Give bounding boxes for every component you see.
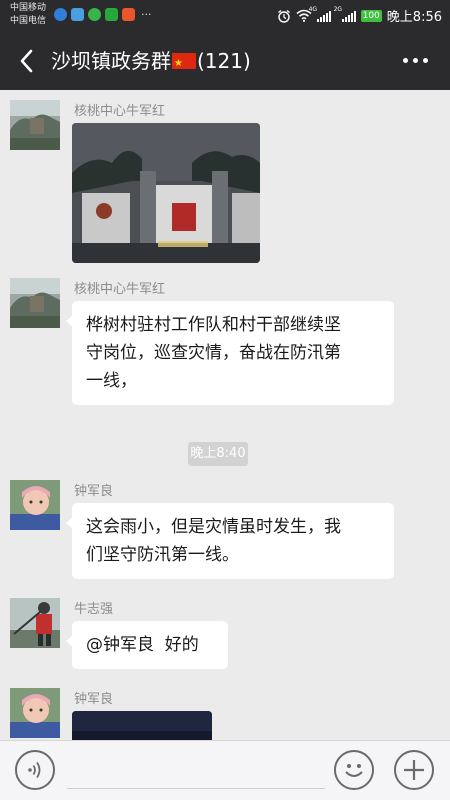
- sender-name: 钟军良: [74, 484, 114, 499]
- avatar[interactable]: [10, 278, 60, 328]
- video-icon: [122, 8, 135, 21]
- message-line: 一线，: [86, 371, 137, 391]
- iqiyi-icon: [105, 8, 118, 21]
- carrier-1: 中国移动: [10, 3, 47, 13]
- message-text-field[interactable]: [67, 753, 325, 789]
- alarm-icon: [277, 9, 290, 23]
- status-right: 4G 2G 100 晚上8:56: [277, 6, 442, 25]
- text-bubble[interactable]: @钟军良 好的: [66, 621, 228, 669]
- text-bubble[interactable]: 桦树村驻村工作队和村干部继续坚 守岗位，巡查灾情，奋战在防汛第 一线，: [66, 301, 394, 405]
- message-input-bar: [0, 740, 450, 800]
- notification-icons: ···: [54, 8, 152, 21]
- store-icon: [71, 8, 84, 21]
- back-arrow-icon[interactable]: [16, 48, 40, 74]
- avatar[interactable]: [10, 480, 60, 530]
- status-time: 晚上8:56: [386, 10, 442, 25]
- timestamp-divider: 晚上8:40: [188, 442, 248, 466]
- more-notifications-icon: ···: [141, 8, 152, 21]
- avatar[interactable]: [10, 688, 60, 738]
- emoji-icon[interactable]: [334, 750, 374, 790]
- message-line: 们坚守防汛第一线。: [86, 545, 239, 565]
- message-line: 桦树村驻村工作队和村干部继续坚: [86, 315, 341, 335]
- voice-icon[interactable]: [15, 750, 55, 790]
- avatar[interactable]: [10, 598, 60, 648]
- signal-2g-icon: 2G: [334, 6, 356, 22]
- battery-icon: 100: [360, 9, 382, 22]
- carrier-labels: 中国移动 中国电信: [10, 2, 46, 28]
- group-name: 沙坝镇政务群: [51, 49, 171, 73]
- plus-icon[interactable]: [394, 750, 434, 790]
- carrier-2: 中国电信: [10, 16, 47, 26]
- sender-name: 核桃中心牛军红: [74, 282, 166, 297]
- china-flag-icon: [172, 50, 196, 78]
- more-options-icon[interactable]: [403, 58, 428, 63]
- qq-browser-icon: [54, 8, 67, 21]
- image-message[interactable]: [72, 123, 260, 263]
- message-line: @钟军良 好的: [86, 635, 199, 655]
- status-bar: 中国移动 中国电信 ··· 4G 2G 100 晚上8:56: [0, 0, 450, 32]
- member-count: (121): [197, 49, 251, 73]
- image-message[interactable]: [72, 711, 212, 740]
- avatar[interactable]: [10, 100, 60, 150]
- sender-name: 牛志强: [74, 602, 114, 617]
- sender-name: 核桃中心牛军红: [74, 104, 166, 119]
- chat-header: 沙坝镇政务群 (121): [0, 32, 450, 90]
- security-icon: [88, 8, 101, 21]
- message-list: 核桃中心牛军红 核桃中心牛军红 桦树村驻村工作队和村干部继续坚 守岗位，巡查灾情…: [0, 90, 450, 740]
- text-bubble[interactable]: 这会雨小，但是灾情虽时发生，我 们坚守防汛第一线。: [66, 503, 394, 579]
- sender-name: 钟军良: [74, 692, 114, 707]
- message-line: 这会雨小，但是灾情虽时发生，我: [86, 517, 341, 537]
- group-title: 沙坝镇政务群 (121): [51, 47, 251, 78]
- message-line: 守岗位，巡查灾情，奋战在防汛第: [86, 343, 341, 363]
- signal-4g-icon: 4G: [309, 6, 331, 22]
